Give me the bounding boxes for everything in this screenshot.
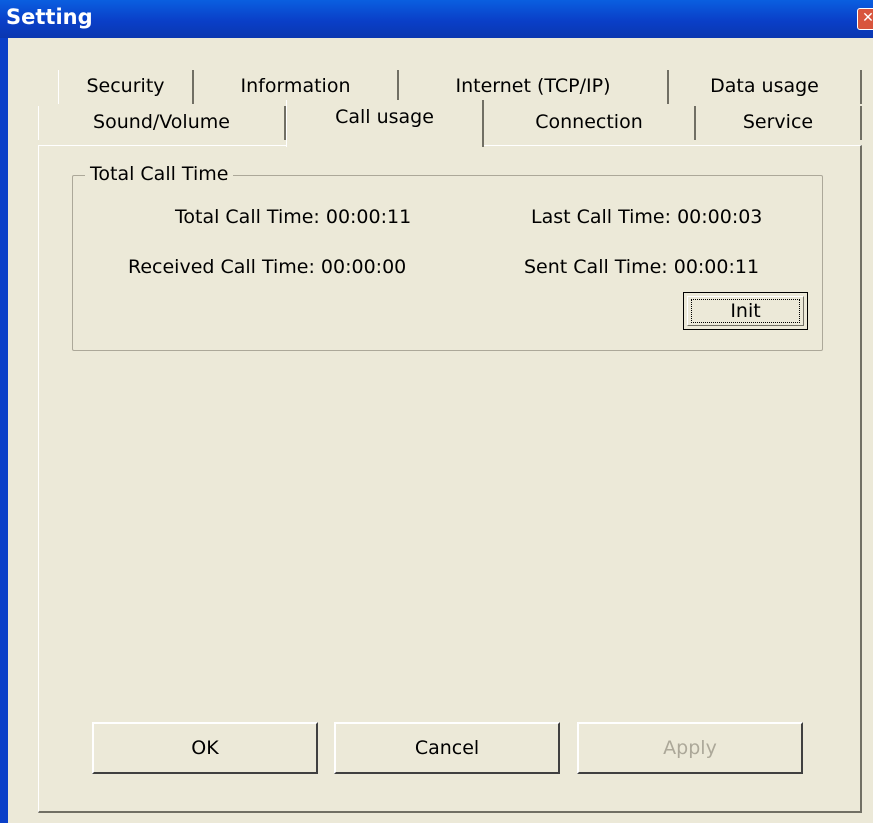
group-title: Total Call Time [85, 161, 234, 187]
tab-sound-volume[interactable]: Sound/Volume [38, 106, 286, 140]
tab-label: Security [86, 75, 165, 97]
tab-data-usage[interactable]: Data usage [669, 70, 862, 104]
tab-call-usage[interactable]: Call usage [286, 100, 484, 147]
cancel-button[interactable]: Cancel [334, 722, 560, 774]
init-button[interactable]: Init [683, 292, 808, 330]
tab-label: Internet (TCP/IP) [455, 75, 611, 97]
tab-label: Data usage [710, 75, 819, 97]
window-frame-left [0, 38, 8, 823]
tab-label: Sound/Volume [93, 111, 230, 133]
total-call-time-label: Total Call Time: 00:00:11 [175, 206, 412, 228]
close-icon[interactable]: ✕ [857, 8, 873, 30]
ok-button[interactable]: OK [92, 722, 318, 774]
tab-connection[interactable]: Connection [484, 106, 696, 140]
init-button-label: Init [691, 299, 800, 323]
tab-information[interactable]: Information [194, 70, 399, 104]
tab-label: Service [742, 111, 814, 133]
last-call-time-label: Last Call Time: 00:00:03 [531, 206, 763, 228]
sent-call-time-label: Sent Call Time: 00:00:11 [524, 256, 760, 278]
received-call-time-label: Received Call Time: 00:00:00 [128, 256, 407, 278]
tab-label: Call usage [335, 106, 434, 128]
tab-internet-tcp-ip[interactable]: Internet (TCP/IP) [399, 70, 669, 104]
tab-label: Connection [535, 111, 643, 133]
window-title: Setting [6, 5, 93, 29]
tab-service[interactable]: Service [696, 106, 862, 140]
apply-button[interactable]: Apply [577, 722, 803, 774]
tab-label: Information [240, 75, 351, 97]
title-bar: Setting ✕ [0, 0, 873, 38]
tab-security[interactable]: Security [58, 70, 194, 104]
